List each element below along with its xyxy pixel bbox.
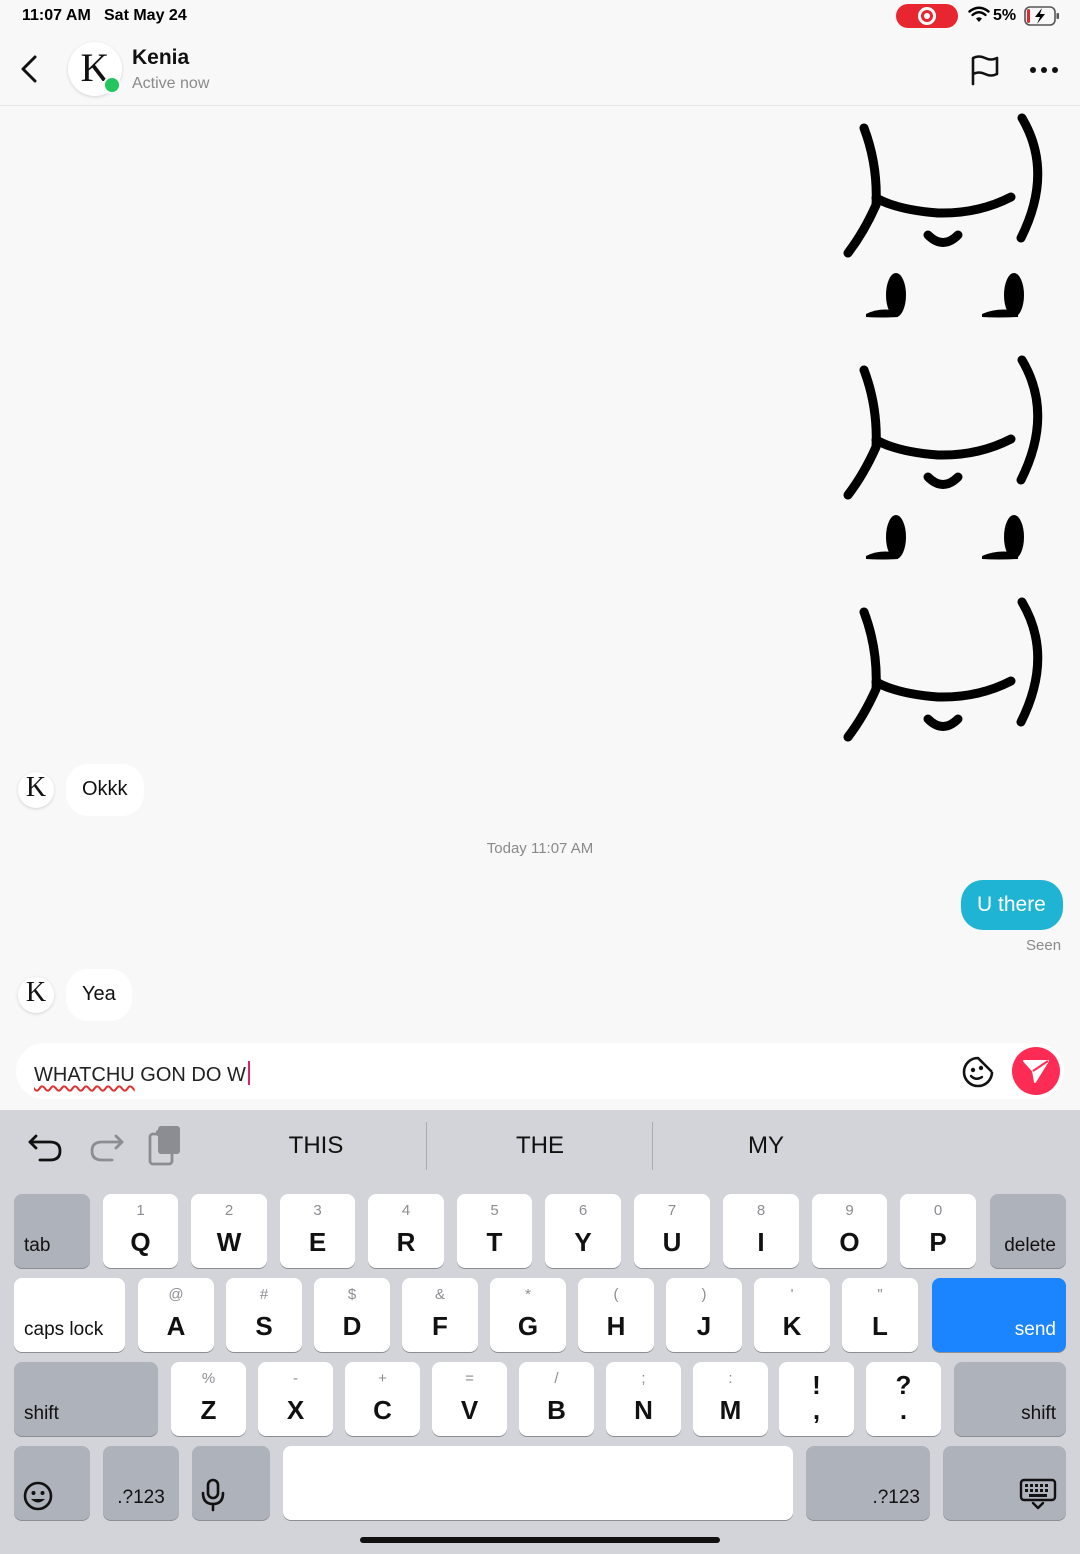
undo-icon[interactable] bbox=[26, 1122, 66, 1170]
key-period[interactable]: ?. bbox=[866, 1362, 941, 1436]
key-dismiss-keyboard[interactable] bbox=[943, 1446, 1066, 1520]
key-dictation[interactable] bbox=[192, 1446, 270, 1520]
send-button[interactable] bbox=[1012, 1047, 1060, 1095]
key-q[interactable]: 1Q bbox=[103, 1194, 178, 1268]
key-s[interactable]: # S bbox=[226, 1278, 302, 1352]
key-w[interactable]: 2W bbox=[191, 1194, 267, 1268]
incoming-message[interactable]: Okkk bbox=[66, 764, 144, 816]
battery-charging-icon bbox=[1024, 6, 1059, 26]
suggestion-divider bbox=[426, 1122, 427, 1170]
key-b[interactable]: / B bbox=[519, 1362, 594, 1436]
screen-record-icon[interactable] bbox=[896, 4, 958, 28]
key-numbers-right[interactable]: .?123 bbox=[806, 1446, 930, 1520]
microphone-icon bbox=[201, 1478, 225, 1512]
emoji-icon[interactable] bbox=[961, 1055, 995, 1089]
key-g[interactable]: * G bbox=[490, 1278, 566, 1352]
suggestion-3[interactable]: MY bbox=[671, 1132, 861, 1160]
key-shift-left[interactable]: shift bbox=[14, 1362, 158, 1436]
message-text: U there bbox=[977, 893, 1046, 916]
key-numbers-left[interactable]: .?123 bbox=[103, 1446, 179, 1520]
key-delete[interactable]: delete bbox=[990, 1194, 1066, 1268]
key-u[interactable]: 7U bbox=[634, 1194, 710, 1268]
outgoing-message[interactable]: U there bbox=[961, 880, 1063, 930]
flag-icon[interactable] bbox=[969, 54, 1001, 86]
avatar[interactable]: K bbox=[18, 977, 54, 1013]
key-space[interactable] bbox=[283, 1446, 793, 1520]
contact-status: Active now bbox=[132, 75, 210, 92]
key-n[interactable]: ; N bbox=[606, 1362, 681, 1436]
avatar-letter: K bbox=[25, 772, 47, 803]
send-icon bbox=[1023, 1060, 1049, 1083]
key-e[interactable]: 3E bbox=[280, 1194, 355, 1268]
keyboard-dismiss-icon bbox=[1019, 1478, 1057, 1510]
battery-percentage: 5% bbox=[993, 7, 1017, 24]
key-v[interactable]: = V bbox=[432, 1362, 507, 1436]
message-text: Okkk bbox=[82, 778, 128, 800]
suggestion-1[interactable]: THIS bbox=[221, 1132, 411, 1160]
key-p[interactable]: 0P bbox=[900, 1194, 976, 1268]
avatar-letter: K bbox=[25, 977, 47, 1008]
suggestion-2[interactable]: THE bbox=[445, 1132, 635, 1160]
key-c[interactable]: + C bbox=[345, 1362, 420, 1436]
key-l[interactable]: " L bbox=[842, 1278, 918, 1352]
doodle-sticker[interactable] bbox=[836, 110, 1060, 324]
suggestion-divider bbox=[652, 1122, 653, 1170]
wifi-icon bbox=[968, 6, 990, 22]
message-input[interactable]: WHATCHU GON DO W bbox=[34, 1061, 250, 1087]
message-timestamp: Today 11:07 AM bbox=[486, 840, 594, 857]
key-z[interactable]: % Z bbox=[171, 1362, 246, 1436]
status-bar: 11:07 AM Sat May 24 5% bbox=[0, 0, 1080, 34]
key-send[interactable]: send bbox=[932, 1278, 1066, 1352]
key-caps-lock[interactable]: caps lock bbox=[14, 1278, 125, 1352]
message-composer[interactable]: WHATCHU GON DO W bbox=[16, 1043, 1064, 1099]
misspelled-word[interactable]: WHATCHU bbox=[34, 1064, 135, 1086]
key-o[interactable]: 9O bbox=[812, 1194, 887, 1268]
emoji-keyboard-icon bbox=[23, 1481, 53, 1511]
key-comma[interactable]: !, bbox=[779, 1362, 854, 1436]
key-x[interactable]: -X bbox=[258, 1362, 333, 1436]
key-m[interactable]: :M bbox=[693, 1362, 768, 1436]
contact-name[interactable]: Kenia bbox=[132, 46, 189, 70]
key-h[interactable]: (H bbox=[578, 1278, 654, 1352]
key-r[interactable]: 4R bbox=[368, 1194, 444, 1268]
status-date: Sat May 24 bbox=[104, 7, 187, 24]
redo-icon[interactable] bbox=[86, 1122, 126, 1170]
doodle-sticker[interactable] bbox=[836, 352, 1060, 566]
paste-icon[interactable] bbox=[146, 1122, 186, 1170]
key-k[interactable]: ' K bbox=[754, 1278, 830, 1352]
doodle-sticker[interactable] bbox=[836, 594, 1060, 744]
text-caret bbox=[247, 1061, 250, 1085]
key-t[interactable]: 5T bbox=[457, 1194, 532, 1268]
message-text: Yea bbox=[82, 983, 116, 1005]
incoming-message[interactable]: Yea bbox=[66, 969, 132, 1021]
chat-header: K Kenia Active now bbox=[0, 34, 1080, 106]
home-indicator[interactable] bbox=[360, 1537, 720, 1543]
key-d[interactable]: $ D bbox=[314, 1278, 390, 1352]
key-shift-right[interactable]: shift bbox=[954, 1362, 1066, 1436]
key-f[interactable]: & F bbox=[402, 1278, 478, 1352]
avatar[interactable]: K bbox=[18, 772, 54, 808]
key-j[interactable]: ) J bbox=[666, 1278, 742, 1352]
key-i[interactable]: 8I bbox=[723, 1194, 799, 1268]
key-emoji[interactable] bbox=[14, 1446, 90, 1520]
more-icon[interactable] bbox=[1028, 54, 1060, 86]
key-a[interactable]: @ A bbox=[138, 1278, 214, 1352]
online-indicator bbox=[103, 76, 121, 94]
read-receipt: Seen bbox=[1026, 937, 1062, 954]
back-icon[interactable] bbox=[18, 54, 40, 84]
input-text: GON DO W bbox=[134, 1064, 246, 1086]
key-y[interactable]: 6Y bbox=[545, 1194, 621, 1268]
status-time: 11:07 AM bbox=[22, 7, 91, 24]
key-tab[interactable]: tab bbox=[14, 1194, 90, 1268]
